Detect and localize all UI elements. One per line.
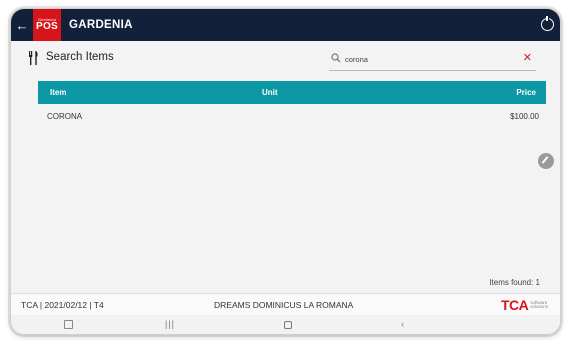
- column-header-item[interactable]: Item: [50, 88, 66, 97]
- status-footer: TCA | 2021/02/12 | T4 DREAMS DOMINICUS L…: [11, 293, 560, 315]
- search-header: Search Items ✕: [11, 41, 560, 75]
- tca-logo-line2: solutions: [530, 304, 548, 309]
- column-header-unit[interactable]: Unit: [262, 88, 278, 97]
- row-item-price: $100.00: [510, 112, 539, 121]
- search-title: Search Items: [46, 51, 114, 63]
- search-input[interactable]: [345, 51, 505, 67]
- search-items-panel: Search Items ✕ Item Unit Price CORONA $1…: [11, 41, 560, 293]
- tca-logo: TCA software solutions: [501, 297, 548, 313]
- logo-big-text: POS: [35, 21, 59, 32]
- back-arrow-icon[interactable]: ←: [11, 9, 33, 41]
- power-icon[interactable]: [541, 15, 554, 31]
- recent-apps-icon[interactable]: |||: [165, 319, 175, 329]
- utensils-icon: [29, 51, 38, 65]
- close-icon[interactable]: ✕: [523, 51, 532, 64]
- table-header: Item Unit Price: [38, 81, 546, 104]
- app-logo: Gardenia POS: [33, 9, 61, 41]
- tablet-frame: ← Gardenia POS GARDENIA Search Items cor…: [10, 8, 561, 335]
- row-item-name: CORONA: [47, 112, 83, 121]
- items-found-count: Items found: 1: [489, 278, 540, 287]
- keyboard-icon[interactable]: [64, 320, 73, 329]
- session-info: TCA | 2021/02/12 | T4: [21, 300, 104, 310]
- search-icon: [331, 53, 341, 63]
- top-app-bar: ← Gardenia POS GARDENIA: [11, 9, 560, 41]
- tca-logo-letters: TCA: [500, 297, 529, 313]
- location-name: DREAMS DOMINICUS LA ROMANA: [214, 300, 354, 310]
- nav-back-icon[interactable]: ‹: [401, 319, 404, 329]
- home-icon[interactable]: [284, 321, 292, 329]
- column-header-price[interactable]: Price: [516, 88, 536, 97]
- table-row[interactable]: CORONA $100.00: [38, 104, 546, 126]
- android-nav-bar: ||| ‹: [11, 315, 560, 334]
- edit-handle-icon[interactable]: [538, 153, 554, 169]
- app-title: GARDENIA: [69, 19, 133, 31]
- tca-logo-subtitle: software solutions: [530, 300, 548, 310]
- search-box[interactable]: ✕: [329, 50, 536, 71]
